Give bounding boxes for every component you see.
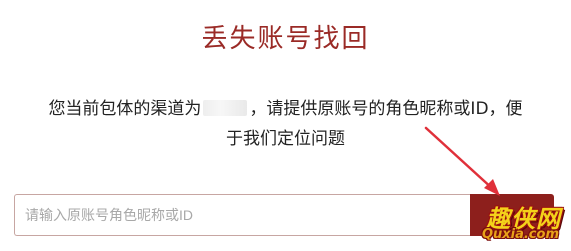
dialog-description: 您当前包体的渠道为 ，请提供原账号的角色昵称或ID，便 于我们定位问题 xyxy=(22,94,549,154)
redacted-channel-name xyxy=(203,100,248,116)
description-text-part1: 您当前包体的渠道为 xyxy=(48,99,202,119)
description-text-line2: 于我们定位问题 xyxy=(226,129,345,149)
site-watermark-logo: 趣侠网 Quxia.com xyxy=(457,199,565,247)
watermark-en-text: Quxia.com xyxy=(481,227,559,242)
nickname-or-id-input[interactable] xyxy=(14,194,470,236)
recovery-dialog: 丢失账号找回 您当前包体的渠道为 ，请提供原账号的角色昵称或ID，便 于我们定位问… xyxy=(0,0,571,251)
description-text-part2: ，请提供原账号的角色昵称或ID，便 xyxy=(249,99,523,119)
dialog-title: 丢失账号找回 xyxy=(201,24,370,54)
